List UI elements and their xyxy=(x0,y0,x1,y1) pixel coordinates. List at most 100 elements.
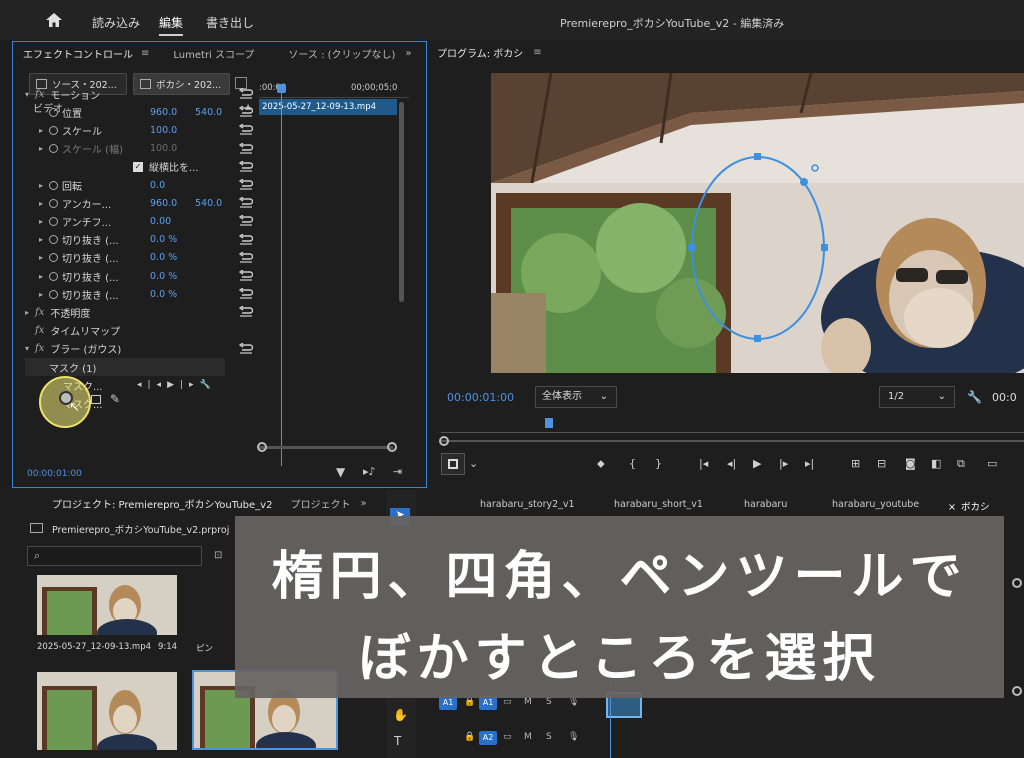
lock-icon[interactable]: 🔒 xyxy=(464,697,475,707)
panel-menu-icon[interactable]: ≡ xyxy=(141,48,149,59)
solo-icon[interactable]: S xyxy=(546,732,552,742)
timeline-scroll-handle[interactable] xyxy=(1012,686,1022,696)
program-zoom-handle[interactable] xyxy=(439,436,449,446)
effect-value-2[interactable]: 540.0 xyxy=(195,198,222,209)
reset-parameter-icon[interactable] xyxy=(238,87,254,99)
reset-parameter-icon[interactable] xyxy=(238,305,254,317)
program-playhead[interactable] xyxy=(545,418,553,428)
reset-parameter-icon[interactable] xyxy=(238,342,254,354)
zoom-level-select[interactable]: 全体表示 ⌄ xyxy=(535,386,617,408)
reset-parameter-icon[interactable] xyxy=(238,196,254,208)
reset-parameter-icon[interactable] xyxy=(238,178,254,190)
stopwatch-icon[interactable] xyxy=(49,180,58,190)
close-icon[interactable]: × xyxy=(948,502,956,513)
more-panels-icon[interactable]: » xyxy=(360,498,366,509)
effect-row[interactable]: ▸ アンカー... 960.0 540.0 xyxy=(25,194,257,212)
fx-badge-icon[interactable]: fx xyxy=(35,343,44,354)
expand-chevron-icon[interactable]: ▾ xyxy=(25,344,35,353)
track-source-a1[interactable]: A1 xyxy=(439,696,457,710)
pen-mask-icon[interactable]: ✎ xyxy=(110,392,120,406)
effect-row[interactable]: ▸ 切り抜き (... 0.0 % xyxy=(25,267,257,285)
type-tool-icon[interactable]: T xyxy=(394,734,401,748)
overwrite-icon[interactable]: ⊟ xyxy=(877,457,886,470)
effect-row[interactable]: マスク (1) xyxy=(25,358,225,376)
program-timecode[interactable]: 00:00:01:00 xyxy=(447,391,514,404)
reset-parameter-icon[interactable] xyxy=(238,142,254,154)
effect-row[interactable]: ▸ 切り抜き (... 0.0 % xyxy=(25,285,257,303)
program-menu-icon[interactable]: ≡ xyxy=(533,47,541,58)
effect-row[interactable]: ▸ スケール 100.0 xyxy=(25,121,257,139)
reset-parameter-icon[interactable] xyxy=(238,269,254,281)
effect-value[interactable]: 0.0 xyxy=(150,180,165,191)
new-bin-icon[interactable]: ⊡ xyxy=(214,550,222,561)
effect-row[interactable]: ▾ fx ブラー (ガウス) xyxy=(25,340,257,358)
home-icon[interactable] xyxy=(46,13,62,27)
track-a1[interactable]: A1 xyxy=(479,696,497,710)
playback-resolution-select[interactable]: 1/2 ⌄ xyxy=(879,386,955,408)
ec-playhead-handle[interactable] xyxy=(277,84,286,93)
go-to-in-icon[interactable]: |◂ xyxy=(699,457,708,470)
tab-sequence-short[interactable]: harabaru_short_v1 xyxy=(614,499,703,510)
effect-row[interactable]: ▸ 切り抜き (... 0.0 % xyxy=(25,231,257,249)
expand-chevron-icon[interactable]: ▸ xyxy=(39,272,49,281)
ec-clip-bar[interactable]: 2025-05-27_12-09-13.mp4 xyxy=(259,99,397,115)
effect-value[interactable]: 960.0 xyxy=(150,198,177,209)
more-panels-icon[interactable]: » xyxy=(405,48,411,59)
menu-import[interactable]: 読み込み xyxy=(92,14,140,31)
reset-parameter-icon[interactable] xyxy=(238,105,254,117)
effect-row[interactable]: ▸ スケール (幅) 100.0 xyxy=(25,140,257,158)
timeline-scroll-handle[interactable] xyxy=(1012,578,1022,588)
tab-source[interactable]: ソース : (クリップなし) xyxy=(288,46,395,61)
wrench-icon[interactable]: 🔧 xyxy=(967,390,982,404)
microphone-icon[interactable]: 🎙 xyxy=(568,732,579,742)
expand-chevron-icon[interactable]: ▸ xyxy=(39,217,49,226)
effect-value[interactable]: 0.00 xyxy=(150,216,171,227)
stopwatch-icon[interactable] xyxy=(49,271,58,281)
expand-chevron-icon[interactable]: ▸ xyxy=(39,253,49,262)
stopwatch-icon[interactable] xyxy=(49,125,58,135)
mark-in-icon[interactable]: { xyxy=(629,457,636,470)
effect-value[interactable]: 0.0 % xyxy=(150,289,177,300)
ec-playhead[interactable] xyxy=(281,86,282,466)
effect-row[interactable]: fx タイムリマップ xyxy=(25,322,257,340)
effect-value-2[interactable]: 540.0 xyxy=(195,107,222,118)
project-clip-thumbnail-2[interactable] xyxy=(37,672,177,750)
reset-parameter-icon[interactable] xyxy=(238,214,254,226)
stopwatch-icon[interactable] xyxy=(49,144,58,154)
fx-badge-icon[interactable]: fx xyxy=(35,325,44,336)
microphone-icon[interactable]: 🎙 xyxy=(568,697,579,707)
stopwatch-icon[interactable] xyxy=(49,235,58,245)
sync-lock-icon[interactable]: ▭ xyxy=(503,697,512,707)
tab-sequence-story2[interactable]: harabaru_story2_v1 xyxy=(480,499,575,510)
proxy-toggle-icon[interactable]: ⧉ xyxy=(957,457,965,471)
effect-row[interactable]: ✓ 縦横比を... xyxy=(25,158,257,176)
hand-tool-icon[interactable]: ✋ xyxy=(393,708,408,722)
ec-scroll-start-handle[interactable] xyxy=(257,442,267,452)
effect-value[interactable]: 100.0 xyxy=(150,125,177,136)
stopwatch-icon[interactable] xyxy=(49,198,58,208)
stopwatch-icon[interactable] xyxy=(49,107,58,117)
tab-lumetri-scopes[interactable]: Lumetri スコープ xyxy=(173,46,254,61)
expand-chevron-icon[interactable]: ▸ xyxy=(39,199,49,208)
settings-chevron-icon[interactable]: ⌄ xyxy=(469,457,478,470)
ec-horizontal-scrollbar[interactable] xyxy=(259,446,393,449)
reset-parameter-icon[interactable] xyxy=(238,287,254,299)
fx-badge-icon[interactable]: fx xyxy=(35,89,44,100)
comparison-view-icon[interactable]: ◧ xyxy=(931,457,941,470)
program-monitor-title[interactable]: プログラム: ボカシ xyxy=(437,45,523,60)
expand-chevron-icon[interactable]: ▾ xyxy=(25,90,35,99)
lock-icon[interactable]: 🔒 xyxy=(464,732,475,742)
effect-value[interactable]: 100.0 xyxy=(150,143,177,154)
expand-chevron-icon[interactable]: ▸ xyxy=(39,235,49,244)
vr-video-icon[interactable]: ▭ xyxy=(987,457,997,470)
effect-row[interactable]: ▸ 回転 0.0 xyxy=(25,176,257,194)
reset-parameter-icon[interactable] xyxy=(238,160,254,172)
track-a2[interactable]: A2 xyxy=(479,731,497,745)
tab-effect-controls[interactable]: エフェクトコントロール xyxy=(23,46,133,61)
sync-lock-icon[interactable]: ▭ xyxy=(503,732,512,742)
effect-value[interactable]: 0.0 % xyxy=(150,271,177,282)
tab-project[interactable]: プロジェクト: Premierepro_ボカシYouTube_v2 xyxy=(52,496,272,511)
tab-sequence-bokashi[interactable]: × ボカシ xyxy=(948,499,989,513)
expand-chevron-icon[interactable]: ▸ xyxy=(39,290,49,299)
expand-chevron-icon[interactable]: ▸ xyxy=(39,144,49,153)
